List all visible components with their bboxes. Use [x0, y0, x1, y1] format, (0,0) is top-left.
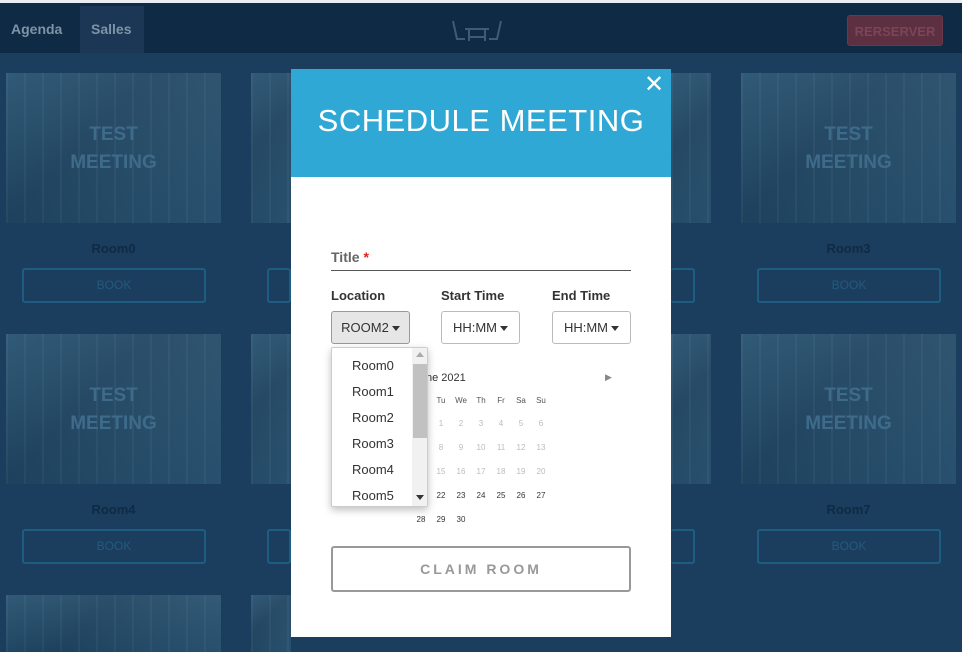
location-option[interactable]: Room1 [352, 384, 394, 399]
table-chairs-icon [452, 20, 502, 41]
weekday-label: We [455, 396, 467, 405]
claim-room-button[interactable]: CLAIM ROOM [331, 546, 631, 592]
calendar-day: 1 [438, 419, 444, 428]
room-card-image: TEST MEETING [741, 73, 956, 223]
caret-down-icon [611, 326, 620, 332]
calendar-day[interactable]: 24 [471, 491, 491, 500]
book-button[interactable]: BOOK [22, 529, 206, 564]
room-card-image [251, 595, 291, 652]
caret-down-icon [391, 326, 400, 332]
location-option[interactable]: Room4 [352, 462, 394, 477]
room-card-image [251, 334, 291, 484]
book-button[interactable] [267, 529, 291, 564]
calendar-day: 9 [458, 443, 464, 452]
close-icon[interactable]: ✕ [643, 73, 665, 97]
date-picker: ne 2021 ▶ Tu We Th Fr Sa Su 1 2 3 4 5 6 … [406, 367, 621, 537]
nav-salles[interactable]: Salles [80, 6, 144, 53]
start-time-dropdown[interactable]: HH:MM [441, 311, 520, 344]
calendar-day: 19 [516, 467, 526, 476]
book-button[interactable]: BOOK [757, 268, 941, 303]
calendar-day: 15 [436, 467, 446, 476]
book-button[interactable]: BOOK [757, 529, 941, 564]
scroll-down-icon[interactable] [416, 495, 424, 500]
top-nav: Agenda Salles RERSERVER [0, 0, 962, 53]
calendar-month: ne 2021 [426, 372, 466, 384]
room-card-overlay: TEST MEETING [805, 385, 892, 434]
weekday-label: Th [476, 396, 486, 405]
room-card-name: Room0 [91, 241, 136, 256]
start-time-label: Start Time [441, 288, 505, 303]
start-time-value: HH:MM [452, 320, 498, 335]
location-option[interactable]: Room2 [352, 410, 394, 425]
room-card-image [251, 73, 291, 223]
calendar-day: 5 [518, 419, 524, 428]
calendar-day: 16 [456, 467, 466, 476]
room-card-name: Room7 [826, 502, 871, 517]
room-card-name: Room4 [91, 502, 136, 517]
book-button[interactable]: BOOK [22, 268, 206, 303]
modal-title: SCHEDULE MEETING [317, 103, 645, 138]
calendar-day[interactable]: 23 [451, 491, 471, 500]
weekday-label: Sa [516, 396, 526, 405]
location-option[interactable]: Room3 [352, 436, 394, 451]
room-card-image [671, 73, 711, 223]
title-label: Title * [331, 249, 369, 265]
dropdown-scrollbar[interactable] [412, 348, 427, 506]
room-card-image: TEST MEETING [741, 334, 956, 484]
calendar-day: 8 [438, 443, 444, 452]
scroll-thumb[interactable] [413, 364, 427, 438]
location-value: ROOM2 [341, 320, 389, 335]
title-input[interactable]: Title * [331, 245, 631, 271]
calendar-day: 20 [536, 467, 546, 476]
book-button[interactable] [671, 529, 695, 564]
calendar-day: 6 [538, 419, 544, 428]
reserve-button[interactable]: RERSERVER [847, 15, 943, 46]
calendar-day[interactable]: 29 [431, 515, 451, 524]
location-option[interactable]: Room5 [352, 488, 394, 503]
caret-down-icon [500, 326, 509, 332]
book-button[interactable] [267, 268, 291, 303]
calendar-day[interactable]: 30 [451, 515, 471, 524]
next-month-icon[interactable]: ▶ [605, 372, 612, 383]
calendar-day: 12 [516, 443, 526, 452]
calendar-day: 11 [496, 443, 506, 452]
room-card-image [6, 595, 221, 652]
modal-header: SCHEDULE MEETING ✕ [291, 69, 671, 177]
calendar-day[interactable]: 26 [511, 491, 531, 500]
room-card-overlay: TEST MEETING [70, 385, 157, 434]
weekday-label: Fr [497, 396, 505, 405]
calendar-day: 4 [498, 419, 504, 428]
schedule-meeting-modal: SCHEDULE MEETING ✕ Title * Location Start… [291, 69, 671, 637]
nav-agenda[interactable]: Agenda [0, 6, 73, 53]
calendar-day[interactable]: 25 [491, 491, 511, 500]
location-label: Location [331, 288, 386, 303]
end-time-dropdown[interactable]: HH:MM [552, 311, 631, 344]
location-dropdown-menu: Room0 Room1 Room2 Room3 Room4 Room5 [331, 347, 428, 507]
calendar-day[interactable]: 27 [531, 491, 551, 500]
calendar-day: 17 [476, 467, 486, 476]
calendar-day[interactable]: 22 [431, 491, 451, 500]
room-card-overlay: TEST MEETING [805, 124, 892, 173]
location-option[interactable]: Room0 [352, 358, 394, 373]
room-card-image: TEST MEETING [6, 73, 221, 223]
weekday-label: Tu [436, 396, 446, 405]
required-mark: * [363, 249, 369, 265]
end-time-value: HH:MM [563, 320, 609, 335]
room-card-image [671, 334, 711, 484]
scroll-up-icon[interactable] [416, 352, 424, 357]
location-dropdown[interactable]: ROOM2 [331, 311, 410, 344]
calendar-day: 10 [476, 443, 486, 452]
calendar-day: 18 [496, 467, 506, 476]
end-time-label: End Time [552, 288, 611, 303]
calendar-day: 13 [536, 443, 546, 452]
calendar-day[interactable]: 28 [411, 515, 431, 524]
room-card-overlay: TEST MEETING [70, 124, 157, 173]
calendar-day: 2 [458, 419, 464, 428]
room-card-name: Room3 [826, 241, 871, 256]
weekday-label: Su [536, 396, 546, 405]
book-button[interactable] [671, 268, 695, 303]
room-card-image: TEST MEETING [6, 334, 221, 484]
calendar-day: 3 [478, 419, 484, 428]
